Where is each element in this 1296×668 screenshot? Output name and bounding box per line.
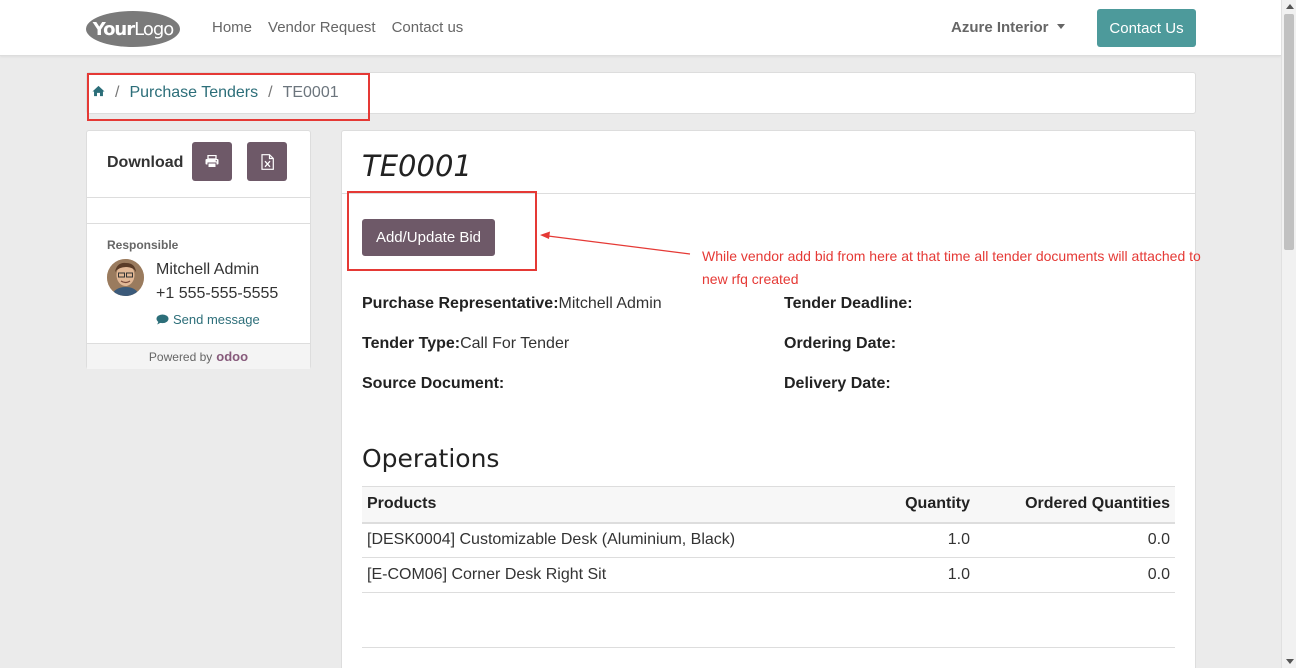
field-ordering-date: Ordering Date:: [784, 335, 896, 353]
powered-by-label: Powered by: [148, 349, 213, 364]
operations-heading: Operations: [362, 444, 500, 473]
product-cell: [DESK0004] Customizable Desk (Aluminium,…: [362, 522, 805, 558]
field-label: Tender Type:: [362, 335, 461, 352]
powered-by-footer: Powered by odoo: [87, 343, 310, 369]
annotation-highlight-breadcrumb: [87, 73, 370, 121]
top-navbar: Your Logo Home Vendor Request Contact us …: [0, 0, 1281, 56]
responsible-label: Responsible: [107, 238, 179, 252]
field-delivery-date: Delivery Date:: [784, 375, 891, 393]
column-header-ordered-quantities: Ordered Quantities: [975, 486, 1175, 524]
excel-export-button[interactable]: [247, 142, 287, 181]
company-logo[interactable]: Your Logo: [86, 11, 180, 47]
sidebar-card: Download Responsible Mitchell Admin +1 5…: [86, 130, 311, 369]
send-message-label: Send message: [173, 312, 260, 327]
table-header-row: Products Quantity Ordered Quantities: [362, 486, 1175, 524]
page-scrollbar[interactable]: [1281, 0, 1296, 668]
field-source-document: Source Document:: [362, 375, 504, 393]
nav-link-contact[interactable]: Contact us: [392, 19, 464, 36]
odoo-logo[interactable]: odoo: [216, 349, 248, 364]
annotation-highlight-bid-button: [347, 191, 537, 271]
ordered-quantity-cell: 0.0: [975, 557, 1175, 593]
excel-file-icon: [260, 153, 274, 170]
print-icon: [205, 155, 219, 168]
field-tender-deadline: Tender Deadline:: [784, 295, 913, 313]
caret-down-icon: [1056, 23, 1065, 29]
quantity-cell: 1.0: [805, 557, 975, 593]
page-title: TE0001: [362, 149, 472, 183]
scroll-thumb[interactable]: [1284, 14, 1294, 250]
table-row: [DESK0004] Customizable Desk (Aluminium,…: [362, 522, 1175, 558]
field-label: Tender Deadline:: [784, 295, 913, 312]
scroll-down-arrow-icon[interactable]: [1286, 659, 1294, 664]
field-purchase-representative: Purchase Representative:Mitchell Admin: [362, 295, 662, 313]
responsible-name: Mitchell Admin: [156, 261, 260, 278]
field-value: Call For Tender: [460, 335, 570, 352]
print-button[interactable]: [192, 142, 232, 181]
company-switcher[interactable]: Azure Interior: [951, 19, 1065, 36]
nav-link-home[interactable]: Home: [212, 19, 252, 36]
nav-link-vendor-request[interactable]: Vendor Request: [268, 19, 376, 36]
product-cell: [E-COM06] Corner Desk Right Sit: [362, 557, 805, 593]
quantity-cell: 1.0: [805, 522, 975, 558]
field-tender-type: Tender Type:Call For Tender: [362, 335, 569, 353]
field-label: Delivery Date:: [784, 375, 891, 392]
ordered-quantity-cell: 0.0: [975, 522, 1175, 558]
company-name: Azure Interior: [951, 19, 1049, 36]
field-value: Mitchell Admin: [558, 295, 662, 312]
annotation-note: While vendor add bid from here at that t…: [702, 248, 1201, 287]
sidebar-divider: [87, 197, 310, 198]
operations-table: Products Quantity Ordered Quantities [DE…: [362, 486, 1175, 593]
send-message-link[interactable]: Send message: [156, 312, 260, 327]
field-label: Ordering Date:: [784, 335, 897, 352]
field-label: Purchase Representative:: [362, 295, 559, 312]
table-row: [E-COM06] Corner Desk Right Sit 1.0 0.0: [362, 557, 1175, 593]
contact-us-button[interactable]: Contact Us: [1097, 9, 1196, 47]
section-divider: [362, 647, 1175, 648]
column-header-quantity: Quantity: [805, 486, 975, 524]
responsible-phone: +1 555-555-5555: [156, 285, 279, 302]
field-label: Source Document:: [362, 375, 505, 392]
nav-menu: Home Vendor Request Contact us: [212, 19, 463, 36]
scroll-up-arrow-icon[interactable]: [1286, 4, 1294, 9]
sidebar-divider: [87, 223, 310, 224]
download-label: Download: [107, 154, 184, 171]
comment-icon: [156, 314, 169, 325]
logo-text: Your Logo: [92, 18, 175, 40]
avatar: [107, 259, 144, 296]
column-header-products: Products: [362, 486, 805, 524]
